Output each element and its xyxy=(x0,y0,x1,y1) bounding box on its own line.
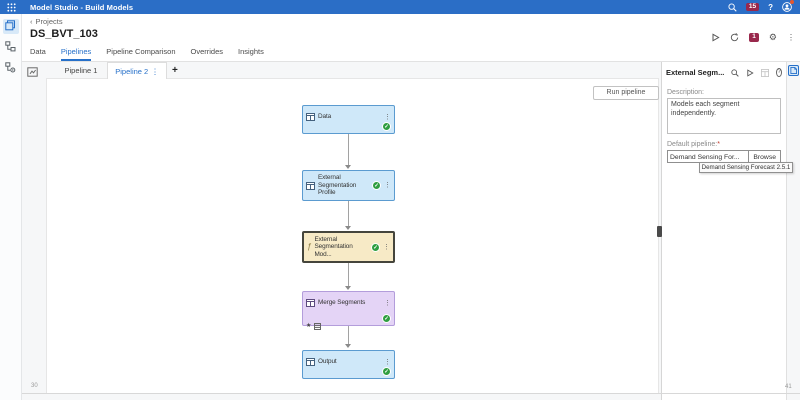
page-title: DS_BVT_103 xyxy=(30,28,98,40)
main-tab-bar: Data Pipelines Pipeline Comparison Overr… xyxy=(22,46,800,62)
connector-arrow-icon xyxy=(345,226,351,230)
node-label: Merge Segments xyxy=(318,299,365,306)
sidebar-item-build-models[interactable] xyxy=(3,19,19,34)
table-icon xyxy=(306,294,315,312)
default-pipeline-label: Default pipeline:* xyxy=(667,141,781,148)
panel-title: External Segm... xyxy=(666,68,724,77)
panel-help-icon[interactable]: ? xyxy=(776,68,782,77)
connector-line xyxy=(348,326,349,344)
scroll-marker: 30 xyxy=(31,383,38,389)
user-avatar[interactable] xyxy=(782,2,792,12)
node-data[interactable]: Data ⋮ ✓ xyxy=(302,105,395,134)
pipeline-tab-2[interactable]: Pipeline 2 ⋮ xyxy=(107,62,167,79)
status-complete-icon: ✓ xyxy=(382,314,391,323)
node-menu-icon[interactable]: ⋮ xyxy=(384,359,391,366)
panel-header: External Segm... ? xyxy=(662,62,786,82)
connector-line xyxy=(348,134,349,166)
status-complete-icon: ✓ xyxy=(382,122,391,131)
more-options-icon[interactable]: ⋮ xyxy=(787,34,795,42)
connector-arrow-icon xyxy=(345,344,351,348)
hierarchy-gear-icon xyxy=(5,60,16,78)
node-label: Data xyxy=(318,113,331,120)
run-pipeline-button[interactable]: Run pipeline xyxy=(593,86,659,100)
pipeline-tab-1[interactable]: Pipeline 1 xyxy=(55,64,107,77)
expand-panel-icon[interactable] xyxy=(27,67,38,77)
breadcrumb[interactable]: ‹ Projects xyxy=(30,17,63,26)
panel-run-icon[interactable] xyxy=(746,69,754,77)
back-chevron-icon: ‹ xyxy=(30,17,33,26)
status-complete-icon: ✓ xyxy=(371,243,380,252)
refresh-icon[interactable] xyxy=(730,33,739,42)
run-project-icon[interactable] xyxy=(711,33,720,42)
tab-insights[interactable]: Insights xyxy=(238,47,264,61)
node-menu-icon[interactable]: ⋮ xyxy=(384,114,391,121)
table-icon xyxy=(306,108,315,126)
tab-data[interactable]: Data xyxy=(30,47,46,61)
layered-pages-icon xyxy=(5,18,16,36)
app-title: Model Studio - Build Models xyxy=(30,3,133,12)
notifications-badge[interactable]: 15 xyxy=(746,3,759,12)
toggle-properties-panel-icon[interactable] xyxy=(788,65,799,76)
status-complete-icon: ✓ xyxy=(372,181,381,190)
node-menu-icon[interactable]: ⋮ xyxy=(383,244,390,251)
sidebar-item-flow-settings[interactable] xyxy=(3,61,19,76)
project-toolbar: 1 ⚙ ⋮ xyxy=(711,33,795,42)
project-alert-badge[interactable]: 1 xyxy=(749,33,759,42)
pipeline-tab-2-menu-icon[interactable]: ⋮ xyxy=(151,67,159,76)
search-icon[interactable] xyxy=(728,3,737,12)
node-label: Output xyxy=(318,358,337,365)
report-icon xyxy=(314,317,321,335)
pipeline-tooltip: Demand Sensing Forecast 2.5.1 xyxy=(699,162,793,173)
node-properties-panel: External Segm... ? Description: Models e… xyxy=(661,62,786,400)
add-pipeline-button[interactable]: + xyxy=(172,64,178,77)
connector-line xyxy=(348,263,349,286)
left-sidebar xyxy=(0,14,22,400)
pipeline-tab-2-label: Pipeline 2 xyxy=(115,67,148,76)
apps-grid-icon[interactable] xyxy=(7,3,16,12)
app-bar: Model Studio - Build Models 15 ? xyxy=(0,0,800,14)
node-output[interactable]: Output ⋮ ✓ xyxy=(302,350,395,379)
connector-line xyxy=(348,201,349,226)
avatar-status-dot xyxy=(790,0,794,4)
tab-overrides[interactable]: Overrides xyxy=(190,47,223,61)
settings-gear-icon[interactable]: ⚙ xyxy=(769,33,777,42)
node-merge-segments[interactable]: Merge Segments ⋮ ★ ✓ xyxy=(302,291,395,326)
table-icon xyxy=(306,353,315,371)
panel-splitter-handle[interactable] xyxy=(657,226,662,237)
description-textarea[interactable]: Models each segment independently. xyxy=(667,98,781,134)
help-icon[interactable]: ? xyxy=(768,3,773,12)
panel-results-icon[interactable] xyxy=(761,69,769,77)
node-menu-icon[interactable]: ⋮ xyxy=(384,300,391,307)
sidebar-item-data-flow[interactable] xyxy=(3,40,19,55)
panel-search-icon[interactable] xyxy=(731,69,739,77)
node-menu-icon[interactable]: ⋮ xyxy=(384,182,391,189)
node-external-segmentation-model[interactable]: ƒ External Segmentation Mod... ✓ ⋮ xyxy=(302,231,395,263)
connector-arrow-icon xyxy=(345,165,351,169)
bottom-divider xyxy=(0,393,800,394)
node-label: External Segmentation Mod... xyxy=(314,236,368,258)
hierarchy-icon xyxy=(5,39,16,57)
description-label: Description: xyxy=(667,89,781,96)
connector-arrow-icon xyxy=(345,286,351,290)
tab-pipelines[interactable]: Pipelines xyxy=(61,47,91,61)
required-asterisk: * xyxy=(717,141,720,148)
table-icon xyxy=(306,177,315,195)
breadcrumb-label: Projects xyxy=(36,17,63,26)
node-label: External Segmentation Profile xyxy=(318,174,369,196)
favorite-star-icon: ★ xyxy=(306,323,311,329)
right-icon-strip xyxy=(786,62,800,400)
status-complete-icon: ✓ xyxy=(382,367,391,376)
function-icon: ƒ xyxy=(307,243,311,251)
node-external-segmentation-profile[interactable]: External Segmentation Profile ✓ ⋮ xyxy=(302,170,395,201)
scroll-marker: 41 xyxy=(785,384,792,390)
tab-pipeline-comparison[interactable]: Pipeline Comparison xyxy=(106,47,175,61)
